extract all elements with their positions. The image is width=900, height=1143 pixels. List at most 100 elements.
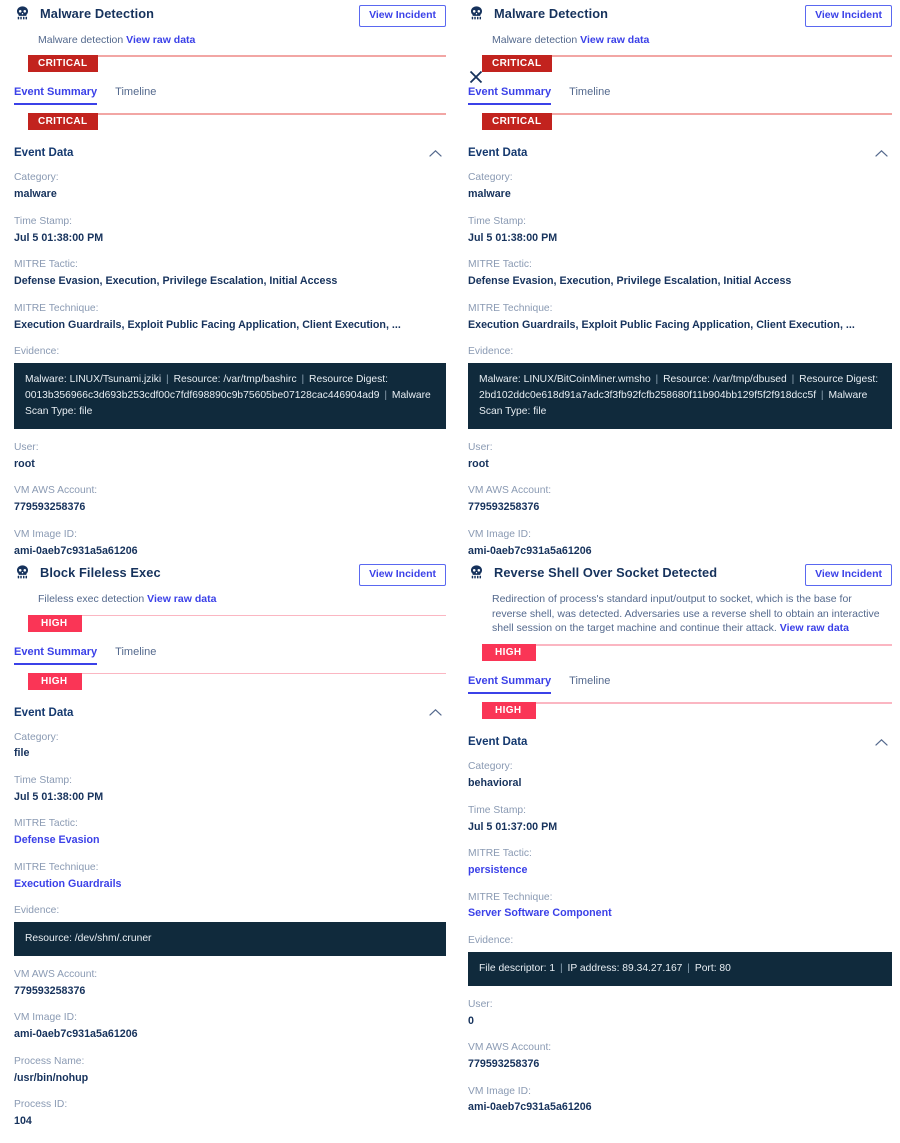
evidence-box: File descriptor: 1 | IP address: 89.34.2… bbox=[468, 951, 892, 986]
event-field: User: root bbox=[468, 441, 892, 472]
field-label: MITRE Tactic: bbox=[468, 848, 532, 860]
field-label: User: bbox=[468, 998, 493, 1010]
field-value: malware bbox=[468, 188, 511, 201]
field-value: 779593258376 bbox=[14, 501, 86, 514]
event-card: Malware Detection View Incident Malware de… bbox=[468, 0, 892, 559]
view-raw-data-link[interactable]: View raw data bbox=[126, 34, 195, 46]
status-badge: CRITICAL bbox=[28, 113, 99, 131]
event-data-header[interactable]: Event Data bbox=[468, 147, 892, 159]
field-label: Time Stamp: bbox=[14, 215, 72, 227]
field-value: root bbox=[468, 457, 489, 470]
severity-rule bbox=[482, 702, 892, 704]
card-title-group: Reverse Shell Over Socket Detected bbox=[468, 564, 717, 581]
evidence-separator: | bbox=[791, 373, 795, 385]
tab-event-summary[interactable]: Event Summary bbox=[468, 675, 552, 695]
view-raw-data-link[interactable]: View raw data bbox=[780, 622, 849, 634]
event-data-header[interactable]: Event Data bbox=[14, 147, 446, 159]
field-value[interactable]: Defense Evasion bbox=[14, 833, 446, 849]
tab-timeline[interactable]: Timeline bbox=[115, 86, 156, 105]
event-field: MITRE Technique: Execution Guardrails bbox=[14, 861, 446, 892]
field-value: 779593258376 bbox=[14, 984, 86, 997]
field-value: 104 bbox=[14, 1115, 32, 1128]
event-field: VM Image ID: ami-0aeb7c931a5a61206 bbox=[468, 1085, 892, 1116]
chevron-up-icon[interactable] bbox=[875, 149, 888, 158]
chevron-up-icon[interactable] bbox=[429, 708, 442, 717]
field-value: file bbox=[14, 747, 30, 760]
field-label: MITRE Tactic: bbox=[14, 259, 78, 271]
event-detail-screen: Malware Detection View Incident Malware de… bbox=[0, 0, 900, 1143]
event-field: Category: malware bbox=[468, 171, 892, 202]
tab-bar: Event Summary Timeline bbox=[14, 646, 446, 665]
field-value[interactable]: Execution Guardrails bbox=[14, 877, 446, 893]
event-field: MITRE Tactic: persistence bbox=[468, 847, 892, 878]
event-data-header[interactable]: Event Data bbox=[468, 736, 892, 748]
evidence-separator: | bbox=[559, 962, 563, 974]
view-incident-button[interactable]: View Incident bbox=[359, 564, 446, 586]
view-raw-data-link[interactable]: View raw data bbox=[580, 34, 649, 46]
severity-rule bbox=[28, 614, 446, 616]
card-header: Malware Detection View Incident bbox=[14, 0, 446, 27]
event-field: Category: file bbox=[14, 731, 446, 762]
event-field: VM AWS Account: 779593258376 bbox=[468, 1041, 892, 1072]
status-badge: CRITICAL bbox=[482, 55, 553, 73]
event-field: VM Image ID: ami-0aeb7c931a5a61206 bbox=[468, 528, 892, 559]
field-label: MITRE Technique: bbox=[468, 891, 553, 903]
severity-rule bbox=[482, 644, 892, 646]
field-label: MITRE Technique: bbox=[14, 861, 99, 873]
field-label: MITRE Technique: bbox=[14, 302, 99, 314]
event-field: MITRE Tactic: Defense Evasion, Execution,… bbox=[14, 258, 446, 289]
evidence-field: Evidence: Resource: /dev/shm/.cruner bbox=[14, 904, 446, 956]
tab-event-summary[interactable]: Event Summary bbox=[14, 86, 98, 106]
field-label: Time Stamp: bbox=[468, 215, 526, 227]
tab-event-summary[interactable]: Event Summary bbox=[468, 86, 552, 106]
view-raw-data-link[interactable]: View raw data bbox=[147, 593, 216, 605]
section-title: Event Data bbox=[14, 706, 74, 719]
skull-icon bbox=[16, 565, 29, 579]
field-value: Execution Guardrails, Exploit Public Fac… bbox=[468, 318, 855, 331]
field-label: Category: bbox=[468, 761, 513, 773]
view-incident-button[interactable]: View Incident bbox=[805, 564, 892, 586]
chevron-up-icon[interactable] bbox=[429, 149, 442, 158]
tab-event-summary[interactable]: Event Summary bbox=[14, 646, 98, 665]
status-badge: HIGH bbox=[28, 672, 83, 690]
tab-timeline[interactable]: Timeline bbox=[569, 675, 610, 694]
view-incident-button[interactable]: View Incident bbox=[805, 5, 892, 27]
event-card: Reverse Shell Over Socket Detected View I… bbox=[468, 559, 892, 1116]
skull-icon bbox=[470, 565, 483, 579]
field-label: VM AWS Account: bbox=[468, 1042, 552, 1054]
field-label: Evidence: bbox=[14, 346, 60, 358]
field-value: Defense Evasion, Execution, Privilege Es… bbox=[14, 275, 338, 288]
right-pane: Malware Detection View Incident Malware de… bbox=[460, 0, 900, 1143]
field-value: Execution Guardrails, Exploit Public Fac… bbox=[14, 318, 401, 331]
event-field: MITRE Technique: Execution Guardrails, Ex… bbox=[14, 302, 446, 333]
card-description: Malware detection View raw data bbox=[38, 33, 446, 48]
tab-timeline[interactable]: Timeline bbox=[569, 86, 610, 105]
evidence-field: Evidence: File descriptor: 1 | IP address… bbox=[468, 934, 892, 986]
card-description: Fileless exec detection View raw data bbox=[38, 592, 446, 607]
chevron-up-icon[interactable] bbox=[875, 738, 888, 747]
event-data-header[interactable]: Event Data bbox=[14, 707, 446, 719]
evidence-separator: | bbox=[301, 373, 305, 385]
field-label: Time Stamp: bbox=[468, 804, 526, 816]
field-value[interactable]: persistence bbox=[468, 863, 892, 879]
field-value: ami-0aeb7c931a5a61206 bbox=[468, 1101, 592, 1114]
field-label: Evidence: bbox=[14, 905, 60, 917]
evidence-separator: | bbox=[655, 373, 659, 385]
view-incident-button[interactable]: View Incident bbox=[359, 5, 446, 27]
page-title: Malware Detection bbox=[40, 6, 155, 21]
page-title: Block Fileless Exec bbox=[40, 565, 161, 581]
tab-timeline[interactable]: Timeline bbox=[115, 646, 156, 665]
field-value[interactable]: Server Software Component bbox=[468, 906, 892, 922]
event-field: VM AWS Account: 779593258376 bbox=[14, 484, 446, 515]
field-value: Defense Evasion, Execution, Privilege Es… bbox=[468, 275, 792, 288]
field-label: Category: bbox=[14, 731, 59, 743]
status-badge: CRITICAL bbox=[28, 55, 99, 73]
field-label: VM Image ID: bbox=[468, 528, 531, 540]
evidence-separator: | bbox=[384, 389, 387, 401]
field-value: Jul 5 01:37:00 PM bbox=[468, 820, 558, 833]
status-badge: HIGH bbox=[28, 614, 83, 632]
field-value: malware bbox=[14, 188, 57, 201]
field-label: VM Image ID: bbox=[14, 1012, 77, 1024]
skull-icon bbox=[470, 6, 483, 20]
card-description: Malware detection View raw data bbox=[492, 33, 892, 48]
